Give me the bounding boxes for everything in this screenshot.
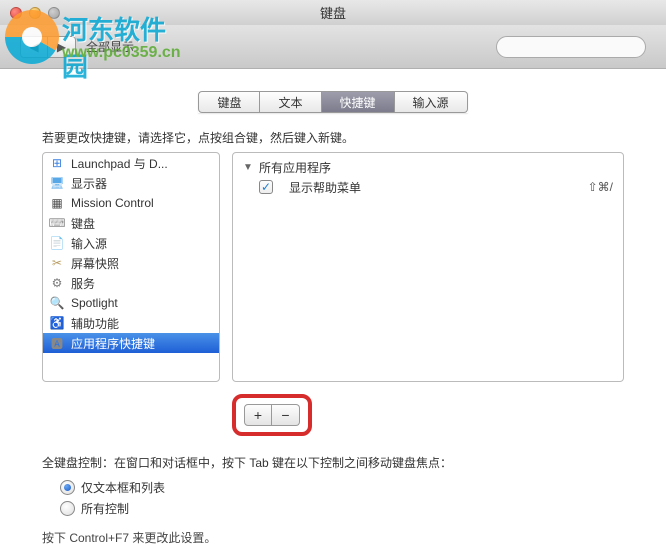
disclosure-triangle-icon[interactable]: ▼ (243, 162, 253, 173)
sidebar-item-mission[interactable]: ▦ Mission Control (43, 193, 219, 213)
mission-icon: ▦ (49, 195, 65, 211)
sidebar-item-label: Mission Control (71, 196, 154, 210)
instruction-text: 若要更改快捷键，请选择它，点按组合键，然后键入新键。 (42, 129, 624, 146)
keyboard-icon: ⌨ (49, 215, 65, 231)
shortcut-group-label: 所有应用程序 (259, 159, 331, 176)
back-button[interactable]: ◀ (20, 36, 48, 58)
radio-icon (60, 501, 75, 516)
shortcut-checkbox[interactable]: ✓ (259, 180, 273, 194)
accessibility-icon: ♿ (49, 315, 65, 331)
input-icon: 📄 (49, 235, 65, 251)
toolbar: ◀ ▶ 全部显示 (0, 25, 666, 69)
tab-输入源[interactable]: 输入源 (395, 91, 468, 113)
radio-label: 所有控制 (81, 500, 129, 517)
sidebar-item-keyboard[interactable]: ⌨ 键盘 (43, 213, 219, 233)
forward-button[interactable]: ▶ (48, 36, 76, 58)
sidebar-item-label: 显示器 (71, 175, 107, 192)
tab-键盘[interactable]: 键盘 (198, 91, 260, 113)
shortcut-label: 显示帮助菜单 (289, 179, 361, 196)
sidebar-item-input[interactable]: 📄 输入源 (43, 233, 219, 253)
sidebar-item-screenshot[interactable]: ✂ 屏幕快照 (43, 253, 219, 273)
sidebar-item-label: 辅助功能 (71, 315, 119, 332)
sidebar-item-launchpad[interactable]: ⊞ Launchpad 与 D... (43, 153, 219, 173)
services-icon: ⚙ (49, 275, 65, 291)
add-remove-buttons: + − (232, 394, 312, 436)
shortcut-group-row[interactable]: ▼ 所有应用程序 (233, 157, 623, 177)
shortcut-row[interactable]: ✓ 显示帮助菜单 ⇧⌘/ (233, 177, 623, 197)
sidebar-item-spotlight[interactable]: 🔍 Spotlight (43, 293, 219, 313)
radio-all-controls[interactable]: 所有控制 (60, 498, 624, 519)
apps-icon: 🅰 (49, 335, 65, 351)
nav-buttons: ◀ ▶ (20, 36, 76, 58)
sidebar-item-label: 服务 (71, 275, 95, 292)
remove-button[interactable]: − (272, 404, 300, 426)
sidebar-item-label: 应用程序快捷键 (71, 335, 155, 352)
close-button[interactable] (10, 7, 22, 19)
shortcut-keys: ⇧⌘/ (588, 180, 613, 194)
zoom-button[interactable] (48, 7, 60, 19)
search-input[interactable] (496, 36, 646, 58)
tab-快捷键[interactable]: 快捷键 (322, 91, 395, 113)
sidebar-item-apps[interactable]: 🅰 应用程序快捷键 (43, 333, 219, 353)
sidebar-item-display[interactable]: 🖥 显示器 (43, 173, 219, 193)
sidebar-item-label: 键盘 (71, 215, 95, 232)
sidebar-item-accessibility[interactable]: ♿ 辅助功能 (43, 313, 219, 333)
spotlight-icon: 🔍 (49, 295, 65, 311)
window-title: 键盘 (0, 3, 666, 22)
traffic-lights (10, 7, 60, 19)
display-icon: 🖥 (49, 175, 65, 191)
radio-label: 仅文本框和列表 (81, 479, 165, 496)
segmented-tabs: 键盘文本快捷键输入源 (198, 91, 467, 113)
launchpad-icon: ⊞ (49, 155, 65, 171)
sidebar-item-label: 屏幕快照 (71, 255, 119, 272)
shortcuts-pane: ▼ 所有应用程序 ✓ 显示帮助菜单 ⇧⌘/ (232, 152, 624, 382)
footer-hint: 按下 Control+F7 来更改此设置。 (42, 529, 624, 546)
show-all-label[interactable]: 全部显示 (86, 38, 134, 55)
radio-icon (60, 480, 75, 495)
add-button[interactable]: + (244, 404, 272, 426)
full-keyboard-access-label: 全键盘控制：在窗口和对话框中，按下 Tab 键在以下控制之间移动键盘焦点： (42, 454, 624, 471)
sidebar-item-label: Launchpad 与 D... (71, 155, 168, 172)
minimize-button[interactable] (29, 7, 41, 19)
search-wrap (496, 36, 646, 58)
sidebar-item-label: Spotlight (71, 296, 118, 310)
tab-文本[interactable]: 文本 (260, 91, 321, 113)
sidebar-item-label: 输入源 (71, 235, 107, 252)
sidebar-item-services[interactable]: ⚙ 服务 (43, 273, 219, 293)
tabs-row: 键盘文本快捷键输入源 (0, 69, 666, 129)
screenshot-icon: ✂ (49, 255, 65, 271)
category-pane: ⊞ Launchpad 与 D... 🖥 显示器 ▦ Mission Control ⌨ 键盘… (42, 152, 220, 382)
titlebar: 键盘 (0, 0, 666, 25)
radio-text-boxes-only[interactable]: 仅文本框和列表 (60, 477, 624, 498)
